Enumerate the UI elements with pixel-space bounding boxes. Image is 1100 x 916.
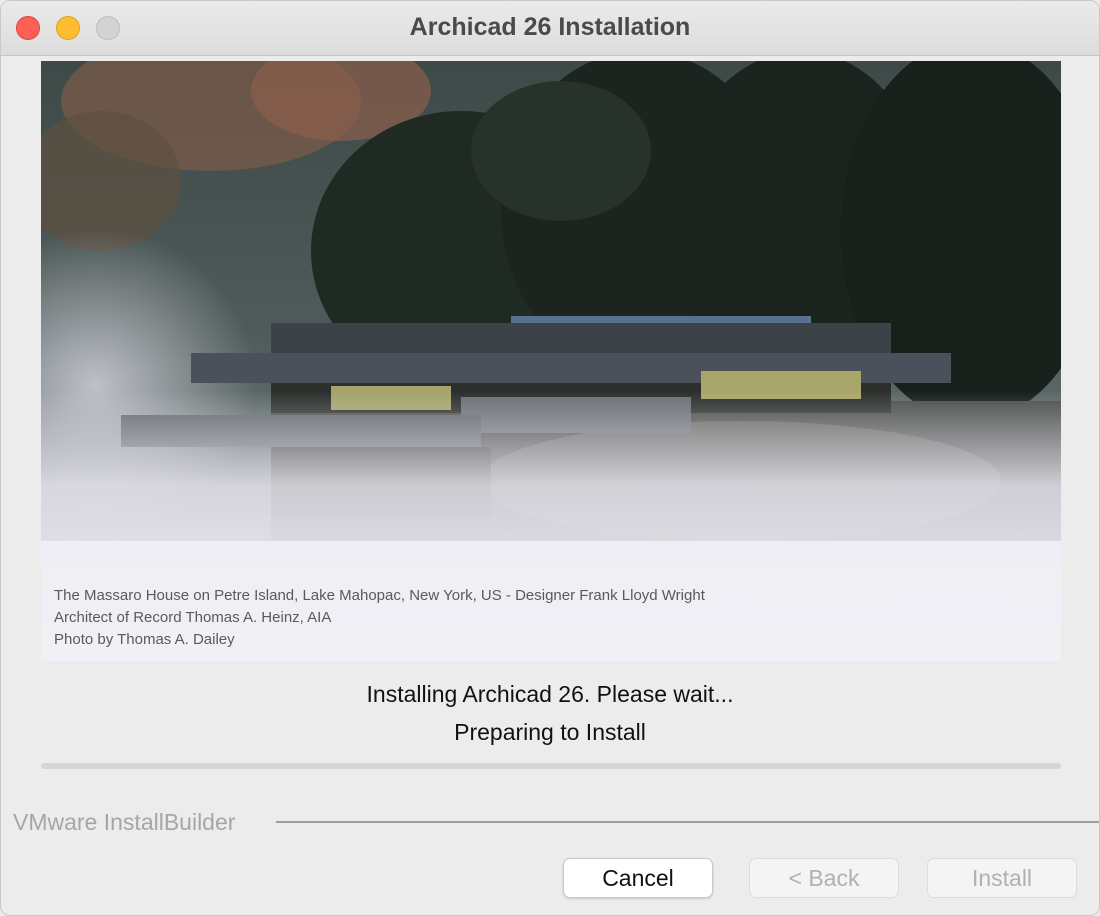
progress-bar [41,763,1061,769]
photo-caption: The Massaro House on Petre Island, Lake … [54,585,705,651]
caption-line: Architect of Record Thomas A. Heinz, AIA [54,609,332,626]
installer-brand-label: VMware InstallBuilder [13,809,236,835]
title-bar[interactable]: Archicad 26 Installation [1,1,1099,56]
divider [276,821,1099,823]
cancel-button[interactable]: Cancel [563,858,713,898]
back-button: < Back [749,858,899,898]
caption-line: The Massaro House on Petre Island, Lake … [54,587,705,604]
massaro-house-photo [41,61,1061,661]
caption-line: Photo by Thomas A. Dailey [54,631,235,648]
install-button: Install [927,858,1077,898]
installer-window: Archicad 26 Installation The Massaro Hou… [0,0,1100,916]
banner-image: The Massaro House on Petre Island, Lake … [41,61,1061,661]
install-status-message: Installing Archicad 26. Please wait... [366,681,734,707]
install-step-message: Preparing to Install [454,719,646,745]
window-title: Archicad 26 Installation [409,13,691,41]
